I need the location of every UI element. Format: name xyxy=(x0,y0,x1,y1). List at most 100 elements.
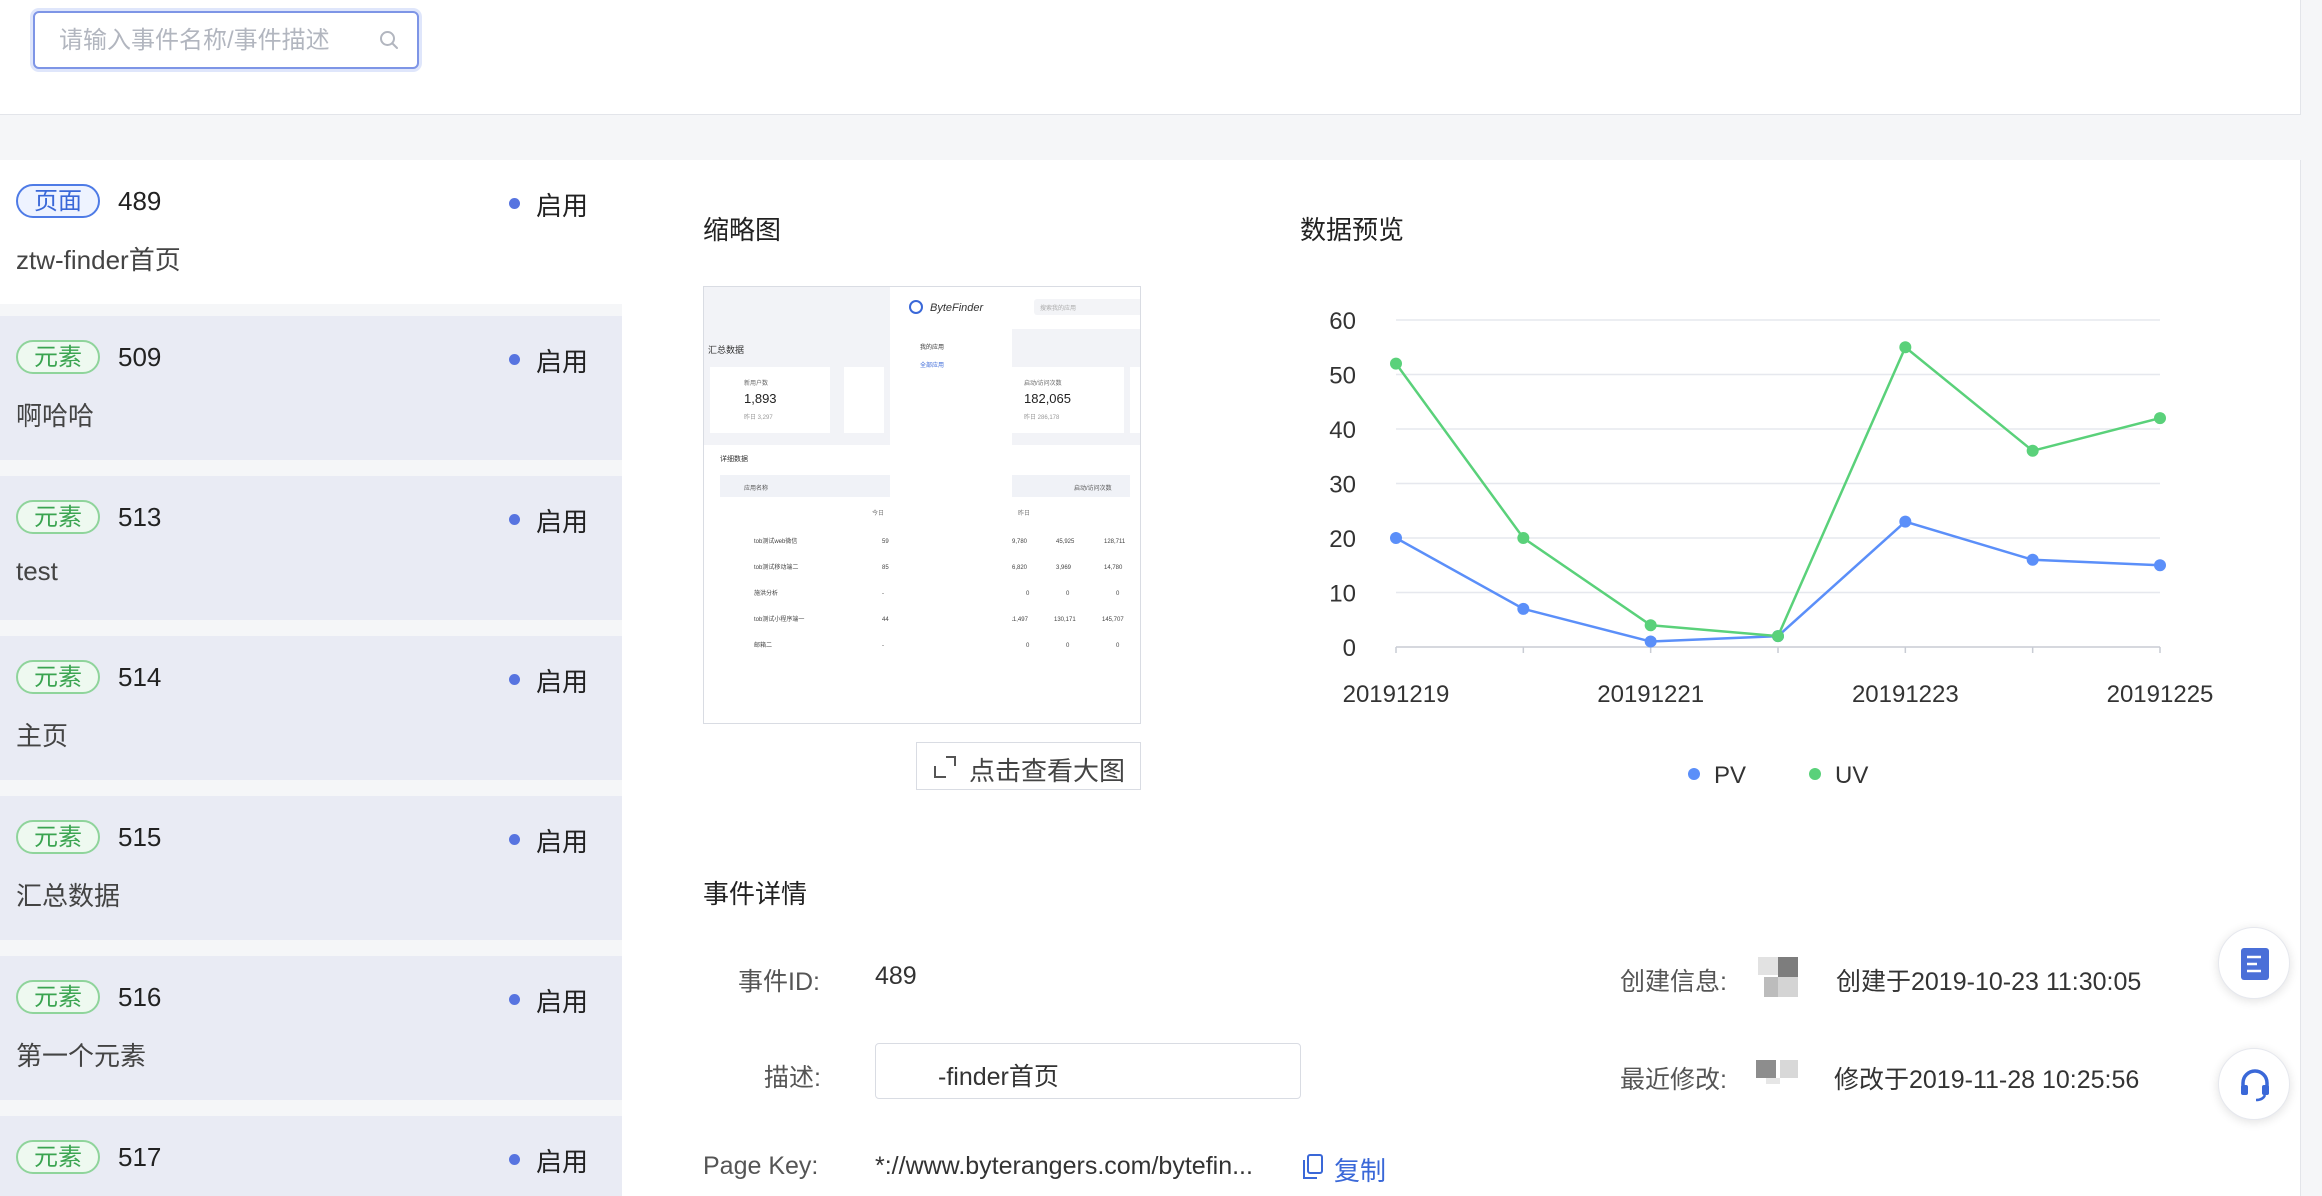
thumb-row-d: 145,707 xyxy=(1102,617,1124,623)
status-dot-icon xyxy=(509,514,520,525)
status-label: 启用 xyxy=(536,191,589,221)
copy-label: 复制 xyxy=(1334,1156,1387,1186)
page-key-value: *://www.byterangers.com/bytefin... xyxy=(875,1152,1253,1180)
thumb-row-name: tob测试移动端二 xyxy=(754,563,798,571)
description-label: 描述: xyxy=(764,1064,821,1092)
thumb-row-a: - xyxy=(882,591,884,597)
data-point-uv xyxy=(1899,341,1912,354)
thumb-row-c: 45,925 xyxy=(1056,539,1075,545)
x-tick-label: 20191221 xyxy=(1597,681,1704,708)
status-label: 启用 xyxy=(536,827,589,857)
type-tag: 元素 xyxy=(16,820,100,854)
data-point-uv xyxy=(2154,412,2166,425)
description-field[interactable]: -finder首页 xyxy=(875,1043,1301,1099)
event-id: 489 xyxy=(118,186,162,216)
data-preview-chart: 0 10 20 30 40 50 60 20191219 20191221 20191223 201… xyxy=(1329,308,2214,789)
thumb-row-d: 14,780 xyxy=(1104,565,1123,571)
data-point-pv xyxy=(1517,602,1530,615)
series-line-pv xyxy=(1395,520,2161,643)
event-id: 517 xyxy=(118,1142,162,1172)
thumb-row-c: 130,171 xyxy=(1054,617,1076,623)
type-tag: 元素 xyxy=(16,660,100,694)
thumb-row-a: 44 xyxy=(882,617,889,623)
thumb-row-name: tob测试web微信 xyxy=(754,537,797,545)
thumb-row-c: 3,969 xyxy=(1056,565,1072,571)
event-id: 516 xyxy=(118,982,162,1012)
preview-title: 数据预览 xyxy=(1300,215,1405,245)
y-tick-label: 20 xyxy=(1329,526,1356,553)
x-tick-label: 20191219 xyxy=(1343,681,1450,708)
created-info-label: 创建信息: xyxy=(1620,968,1727,996)
data-point-pv xyxy=(1644,635,1657,648)
type-tag: 元素 xyxy=(16,500,100,534)
status-dot-icon xyxy=(509,1154,520,1165)
creator-avatar xyxy=(1758,957,1800,999)
event-name: 汇总数据 xyxy=(16,881,121,911)
type-tag: 元素 xyxy=(16,980,100,1014)
thumb-col-today: 今日 xyxy=(872,509,884,517)
details-title: 事件详情 xyxy=(703,879,808,909)
event-id: 514 xyxy=(118,662,162,692)
thumb-col-yesterday: 昨日 xyxy=(1018,509,1030,517)
event-name: 主页 xyxy=(16,721,69,751)
thumbnail-image[interactable]: 汇总数据 新用户数 1,893 昨日 3,297 启动/访问次数 182,065… xyxy=(703,286,1141,724)
status-label: 启用 xyxy=(536,507,589,537)
list-item[interactable]: 元素 517 启用 xyxy=(0,1116,622,1196)
status-dot-icon xyxy=(509,994,520,1005)
thumb-row-name: tob测试小程序端一 xyxy=(754,615,804,623)
list-item[interactable]: 元素 514 启用 主页 xyxy=(0,636,622,780)
y-tick-label: 30 xyxy=(1329,472,1356,499)
thumb-row-a: 85 xyxy=(882,565,889,571)
thumb-row-d: 128,711 xyxy=(1104,539,1126,545)
list-item[interactable]: 元素 515 启用 汇总数据 xyxy=(0,796,622,940)
event-name: 第一个元素 xyxy=(16,1041,147,1071)
thumb-card2-sub: 昨日 286,178 xyxy=(1024,413,1060,421)
document-float-button[interactable] xyxy=(2218,927,2290,999)
list-item[interactable]: 元素 513 启用 test xyxy=(0,476,622,620)
thumb-row-a: - xyxy=(882,643,884,649)
page-key-label: Page Key: xyxy=(703,1152,819,1180)
search-input[interactable] xyxy=(57,13,361,69)
thumb-col-visits: 启动/访问次数 xyxy=(1074,484,1112,492)
thumb-row-b: 9,780 xyxy=(1012,539,1028,545)
thumb-row-b: 6,820 xyxy=(1012,565,1028,571)
expand-icon xyxy=(934,756,956,778)
data-point-uv xyxy=(1772,630,1784,643)
legend-label-pv: PV xyxy=(1714,762,1746,789)
view-large-image-button[interactable]: 点击查看大图 xyxy=(916,742,1141,790)
data-point-uv xyxy=(1390,357,1402,370)
data-point-pv xyxy=(2026,553,2039,566)
customer-service-float-button[interactable] xyxy=(2218,1048,2290,1120)
thumb-summary-title: 汇总数据 xyxy=(708,344,744,355)
thumb-menu-title: 我的应用 xyxy=(920,343,944,351)
thumb-search-hint: 搜索我的应用 xyxy=(1040,304,1076,312)
data-point-pv xyxy=(1899,515,1912,528)
thumb-card2-label: 启动/访问次数 xyxy=(1024,379,1062,387)
document-icon xyxy=(2241,948,2269,980)
data-point-uv xyxy=(1517,532,1530,544)
last-modified-label: 最近修改: xyxy=(1620,1066,1727,1094)
data-point-pv xyxy=(1390,532,1402,544)
x-tick-label: 20191225 xyxy=(2107,681,2214,708)
event-name: 啊哈哈 xyxy=(16,401,95,431)
view-large-image-label: 点击查看大图 xyxy=(969,756,1126,786)
copy-icon xyxy=(1303,1154,1323,1179)
y-tick-label: 60 xyxy=(1329,308,1356,335)
search-icon[interactable] xyxy=(377,28,401,52)
thumb-col-app: 应用名称 xyxy=(744,484,768,492)
search-box[interactable] xyxy=(33,11,419,69)
top-toolbar xyxy=(0,0,2301,115)
status-dot-icon xyxy=(509,354,520,365)
event-id: 509 xyxy=(118,342,162,372)
status-dot-icon xyxy=(509,834,520,845)
list-item[interactable]: 页面 489 启用 ztw-finder首页 xyxy=(0,160,622,304)
status-dot-icon xyxy=(509,674,520,685)
thumb-row-b: 11,497 xyxy=(1010,617,1029,623)
data-point-pv xyxy=(2154,559,2166,572)
type-tag: 页面 xyxy=(16,184,100,218)
legend-marker-pv xyxy=(1688,768,1700,780)
created-info-value: 创建于2019-10-23 11:30:05 xyxy=(1836,968,2142,996)
list-item[interactable]: 元素 509 启用 啊哈哈 xyxy=(0,316,622,460)
list-item[interactable]: 元素 516 启用 第一个元素 xyxy=(0,956,622,1100)
legend-label-uv: UV xyxy=(1835,762,1868,789)
